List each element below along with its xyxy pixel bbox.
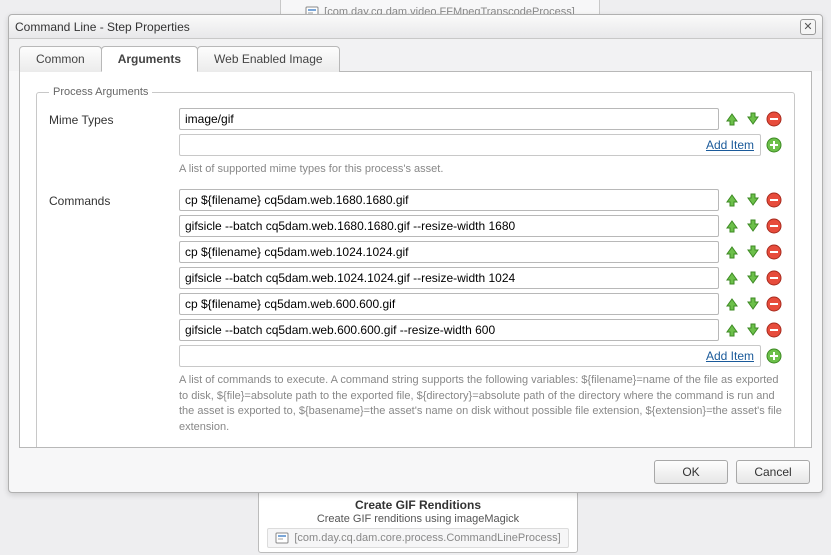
- command-item-5-move-down[interactable]: [745, 322, 761, 338]
- arrow-up-icon: [724, 244, 740, 260]
- dialog-header: Command Line - Step Properties ✕: [9, 15, 822, 39]
- process-icon: [275, 531, 289, 545]
- tab-web-enabled-image[interactable]: Web Enabled Image: [197, 46, 340, 72]
- mime-item-0-input[interactable]: [179, 108, 719, 130]
- arrow-down-icon: [745, 296, 761, 312]
- command-item-0-remove[interactable]: [766, 192, 782, 208]
- bottom-link-row: [com.day.cq.dam.core.process.CommandLine…: [267, 528, 569, 548]
- command-item-1-move-up[interactable]: [724, 218, 740, 234]
- command-item-1-move-down[interactable]: [745, 218, 761, 234]
- arrow-down-icon: [745, 218, 761, 234]
- tab-common-label: Common: [36, 52, 85, 66]
- command-item-4-move-down[interactable]: [745, 296, 761, 312]
- tab-arguments-label: Arguments: [118, 52, 181, 66]
- minus-icon: [766, 244, 782, 260]
- command-item-5-input[interactable]: [179, 319, 719, 341]
- arrow-down-icon: [745, 111, 761, 127]
- arrow-up-icon: [724, 270, 740, 286]
- fieldset-legend: Process Arguments: [49, 86, 152, 98]
- commands-add-row: Add Item: [179, 345, 782, 367]
- command-item-2-move-up[interactable]: [724, 244, 740, 260]
- command-item-3-input[interactable]: [179, 267, 719, 289]
- bottom-link-text: [com.day.cq.dam.core.process.CommandLine…: [294, 532, 560, 544]
- command-item-1-input[interactable]: [179, 215, 719, 237]
- mime-item-0-move-down[interactable]: [745, 111, 761, 127]
- mime-help-text: A list of supported mime types for this …: [179, 162, 782, 177]
- command-item-0-move-down[interactable]: [745, 192, 761, 208]
- commands-add-link[interactable]: Add Item: [706, 349, 754, 363]
- bottom-subtitle: Create GIF renditions using imageMagick: [267, 513, 569, 525]
- command-item-3-row: [179, 267, 782, 289]
- minus-icon: [766, 270, 782, 286]
- mime-add-row: Add Item: [179, 134, 782, 156]
- commands-add-button[interactable]: [766, 348, 782, 364]
- arrow-down-icon: [745, 192, 761, 208]
- minus-icon: [766, 296, 782, 312]
- tab-body: Process Arguments Mime Types Add Item: [19, 71, 812, 448]
- tab-web-enabled-image-label: Web Enabled Image: [214, 52, 323, 66]
- command-item-2-remove[interactable]: [766, 244, 782, 260]
- command-item-4-input[interactable]: [179, 293, 719, 315]
- mime-add-link[interactable]: Add Item: [706, 138, 754, 152]
- mime-types-row: Mime Types Add Item: [49, 108, 782, 177]
- bottom-title: Create GIF Renditions: [267, 498, 569, 512]
- command-item-4-move-up[interactable]: [724, 296, 740, 312]
- minus-icon: [766, 192, 782, 208]
- command-item-2-input[interactable]: [179, 241, 719, 263]
- dialog-title: Command Line - Step Properties: [15, 20, 800, 34]
- mime-types-body: Add Item A list of supported mime types …: [179, 108, 782, 177]
- plus-icon: [766, 348, 782, 364]
- minus-icon: [766, 218, 782, 234]
- commands-help-text: A list of commands to execute. A command…: [179, 373, 782, 435]
- command-item-4-row: [179, 293, 782, 315]
- tab-common[interactable]: Common: [19, 46, 102, 72]
- step-properties-dialog: Command Line - Step Properties ✕ Common …: [8, 14, 823, 493]
- command-item-3-move-up[interactable]: [724, 270, 740, 286]
- command-item-0-input[interactable]: [179, 189, 719, 211]
- command-item-3-remove[interactable]: [766, 270, 782, 286]
- bottom-process-card: Create GIF Renditions Create GIF renditi…: [258, 491, 578, 553]
- commands-body: Add Item A list of commands to execute. …: [179, 189, 782, 435]
- commands-row: Commands: [49, 189, 782, 435]
- command-item-5-move-up[interactable]: [724, 322, 740, 338]
- command-item-0-move-up[interactable]: [724, 192, 740, 208]
- minus-icon: [766, 111, 782, 127]
- command-item-3-move-down[interactable]: [745, 270, 761, 286]
- arrow-up-icon: [724, 322, 740, 338]
- cancel-button[interactable]: Cancel: [736, 460, 810, 484]
- command-item-1-row: [179, 215, 782, 237]
- command-item-5-remove[interactable]: [766, 322, 782, 338]
- minus-icon: [766, 322, 782, 338]
- arrow-down-icon: [745, 244, 761, 260]
- process-arguments-fieldset: Process Arguments Mime Types Add Item: [36, 86, 795, 448]
- commands-add-box: Add Item: [179, 345, 761, 367]
- close-icon: ✕: [803, 20, 812, 33]
- command-item-2-move-down[interactable]: [745, 244, 761, 260]
- mime-item-0-move-up[interactable]: [724, 111, 740, 127]
- mime-item-0-remove[interactable]: [766, 111, 782, 127]
- command-item-4-remove[interactable]: [766, 296, 782, 312]
- commands-label: Commands: [49, 189, 179, 208]
- ok-button[interactable]: OK: [654, 460, 728, 484]
- arrow-up-icon: [724, 218, 740, 234]
- arrow-up-icon: [724, 111, 740, 127]
- tab-arguments[interactable]: Arguments: [101, 46, 198, 72]
- command-item-0-row: [179, 189, 782, 211]
- arrow-up-icon: [724, 192, 740, 208]
- command-item-5-row: [179, 319, 782, 341]
- mime-add-box: Add Item: [179, 134, 761, 156]
- arrow-down-icon: [745, 270, 761, 286]
- mime-add-button[interactable]: [766, 137, 782, 153]
- close-button[interactable]: ✕: [800, 19, 816, 35]
- mime-types-label: Mime Types: [49, 108, 179, 127]
- dialog-footer: OK Cancel: [9, 454, 822, 492]
- command-item-1-remove[interactable]: [766, 218, 782, 234]
- arrow-up-icon: [724, 296, 740, 312]
- tab-strip: Common Arguments Web Enabled Image: [9, 39, 822, 71]
- command-item-2-row: [179, 241, 782, 263]
- arrow-down-icon: [745, 322, 761, 338]
- mime-item-0-row: [179, 108, 782, 130]
- plus-icon: [766, 137, 782, 153]
